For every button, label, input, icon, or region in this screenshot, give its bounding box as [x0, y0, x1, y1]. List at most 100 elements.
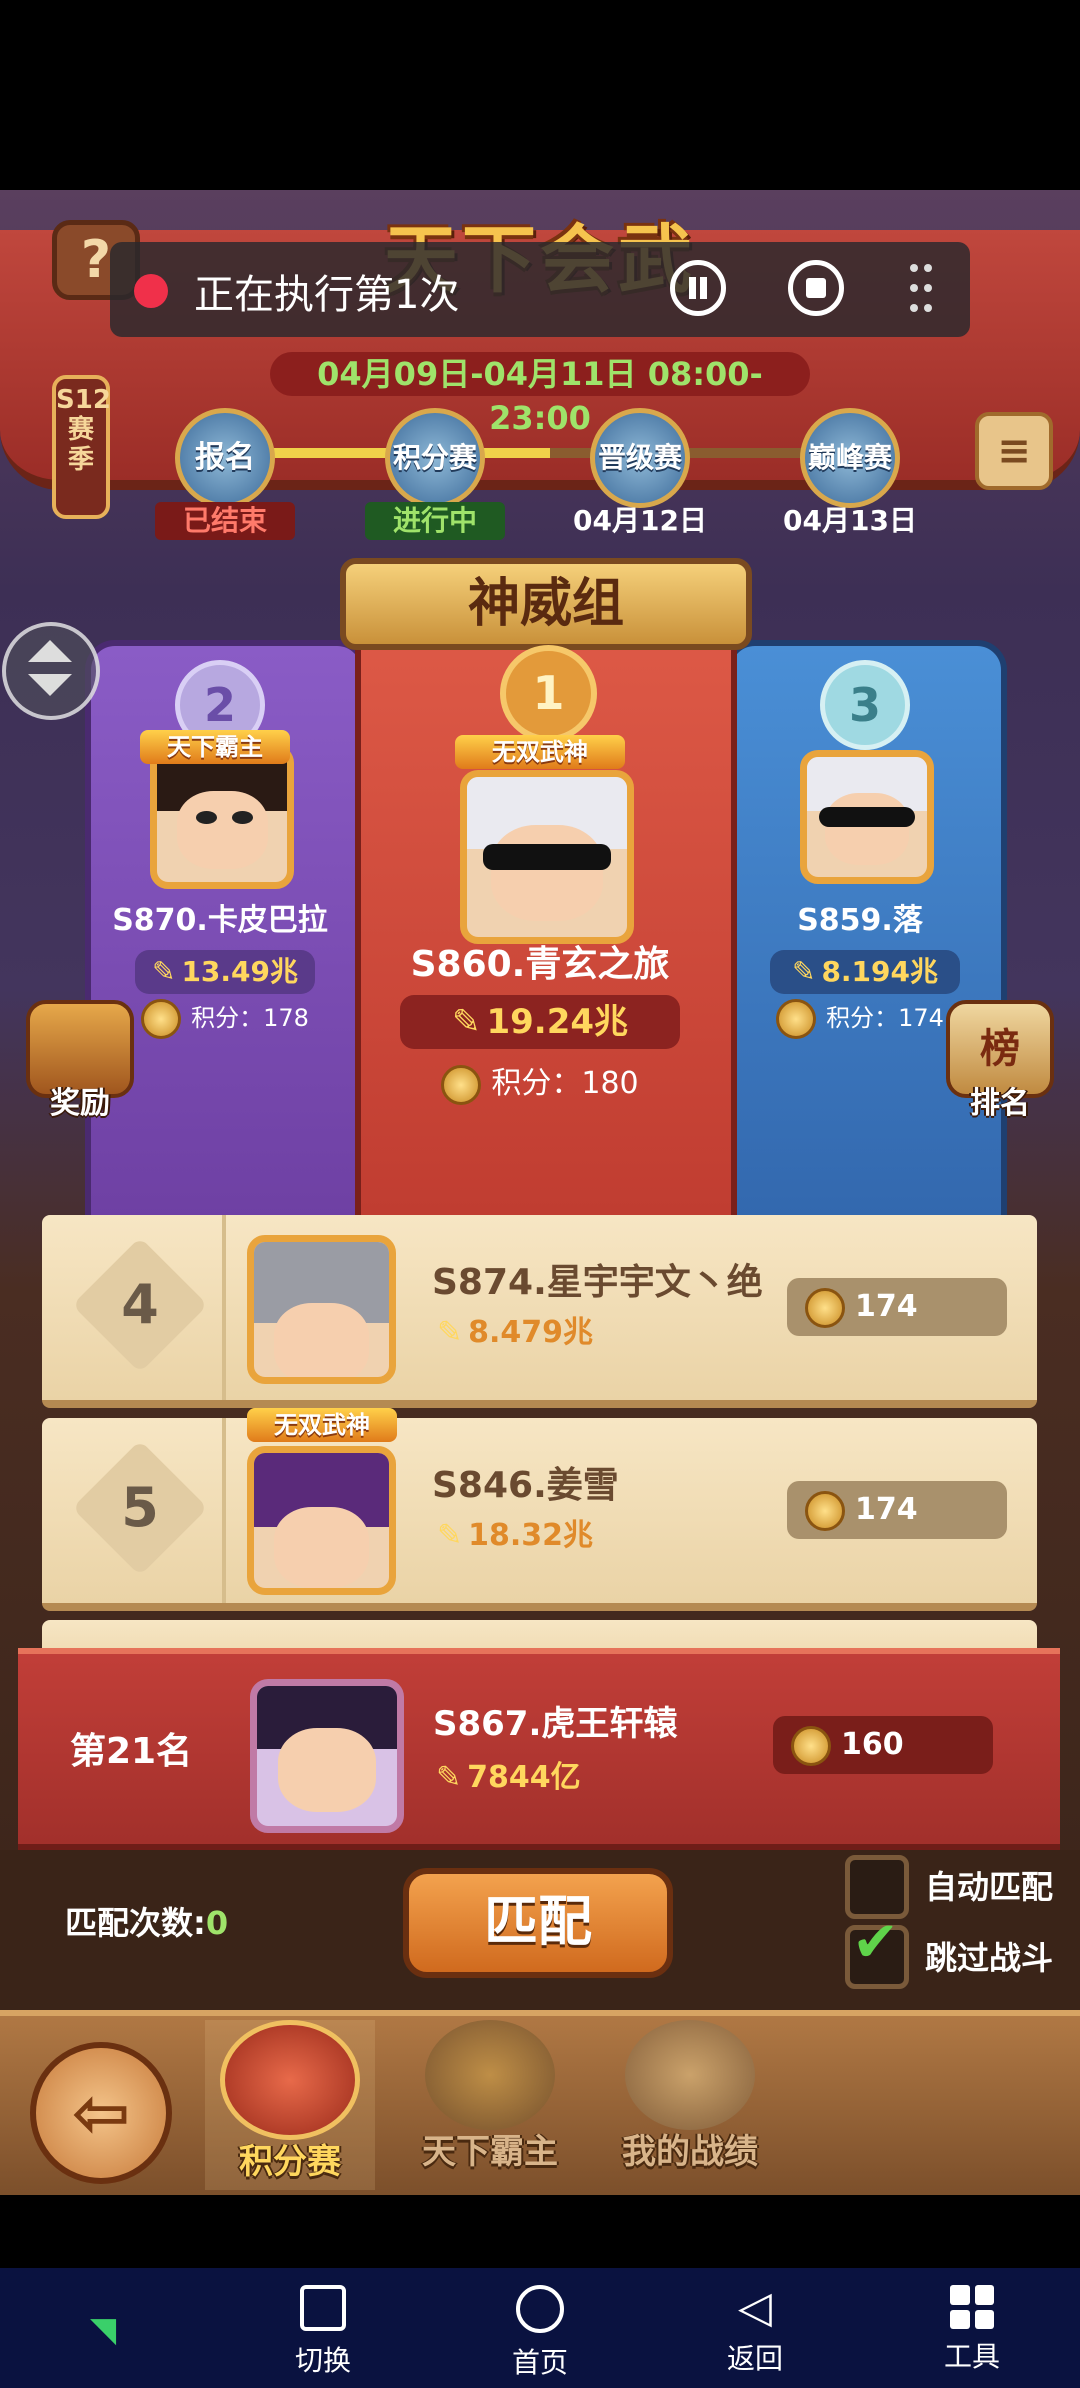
- stage-points-label: 积分赛: [385, 408, 485, 508]
- wifi-icon: ◥: [90, 2310, 117, 2350]
- list-player-score-value: 174: [855, 1492, 918, 1527]
- power-icon: ✎: [437, 1518, 463, 1553]
- avatar: [247, 1446, 396, 1595]
- nav-home-label: 首页: [511, 2346, 568, 2379]
- points-match-emblem-icon: [220, 2020, 360, 2140]
- my-player-score-value: 160: [841, 1727, 904, 1762]
- power-icon: ✎: [436, 1760, 462, 1795]
- points-coin-icon: [441, 1064, 482, 1105]
- points-coin-icon: [141, 999, 182, 1039]
- tab-overlord-label: 天下霸主: [422, 2132, 558, 2172]
- points-coin-icon: [776, 999, 817, 1039]
- power-icon: ✎: [151, 955, 176, 988]
- scroll-record-icon: [625, 2020, 755, 2130]
- skip-battle-label: 跳过战斗: [925, 1939, 1054, 1977]
- ranking-label: 排名: [970, 1086, 1030, 1121]
- second-player-name: S870.卡皮巴拉: [112, 903, 328, 938]
- stage-promotion-label: 晋级赛: [590, 408, 690, 508]
- stage-points[interactable]: 积分赛: [385, 408, 485, 508]
- list-player-name: S846.姜雪: [432, 1465, 619, 1506]
- first-points-value: 180: [581, 1066, 639, 1101]
- tab-overlord[interactable]: 天下霸主: [405, 2020, 575, 2190]
- pause-button[interactable]: [670, 260, 726, 316]
- first-points-label: 积分：: [491, 1066, 582, 1101]
- rank-1-medal: 1: [500, 645, 597, 742]
- list-player-score-value: 174: [855, 1289, 918, 1324]
- third-power: ✎ 8.194兆: [770, 950, 960, 994]
- my-rank-label: 第21名: [70, 1731, 193, 1772]
- avatar-second[interactable]: [150, 745, 294, 889]
- home-circle-icon: [516, 2285, 564, 2333]
- power-icon: ✎: [437, 1315, 463, 1350]
- avatar-third[interactable]: [800, 750, 934, 884]
- second-power-value: 13.49兆: [181, 955, 299, 988]
- match-count-value: 0: [205, 1904, 229, 1942]
- points-coin-icon: [805, 1490, 845, 1531]
- tools-grid-icon: [950, 2285, 994, 2329]
- stage-peak-label: 巅峰赛: [800, 408, 900, 508]
- nav-home[interactable]: 首页: [480, 2285, 600, 2381]
- game-screen: 天下会武 ? 04月09日-04月11日 08:00-23:00 S12赛季 报…: [0, 190, 1080, 2195]
- ranking-button[interactable]: 榜 排名: [935, 1000, 1065, 1122]
- first-power-value: 19.24兆: [486, 1002, 629, 1042]
- skip-battle-checkbox[interactable]: ✔: [845, 1910, 909, 1989]
- stage-promotion-date: 04月12日: [573, 504, 707, 537]
- list-player-power: ✎ 18.32兆: [437, 1510, 593, 1554]
- stage-signup[interactable]: 报名: [175, 408, 275, 508]
- reward-label: 奖励: [50, 1086, 110, 1121]
- first-player-name: S860.青玄之旅: [410, 944, 670, 985]
- my-rank-row[interactable]: 第21名 S867.虎王轩辕 ✎ 7844亿 160: [18, 1648, 1060, 1852]
- first-power: ✎ 19.24兆: [400, 995, 680, 1049]
- my-player-score: 160: [773, 1716, 993, 1774]
- stage-peak-date: 04月13日: [783, 504, 917, 537]
- stage-peak[interactable]: 巅峰赛: [800, 408, 900, 508]
- my-player-name: S867.虎王轩辕: [433, 1704, 678, 1744]
- stage-points-status: 进行中: [365, 502, 505, 540]
- list-rank: 4: [121, 1273, 159, 1336]
- match-button[interactable]: 匹配: [403, 1868, 673, 1978]
- back-arrow-icon[interactable]: ⇦: [30, 2042, 172, 2184]
- avatar: [247, 1235, 396, 1384]
- up-arrow-icon: [28, 640, 72, 662]
- first-points: 积分：180: [420, 1060, 660, 1108]
- points-coin-icon: [791, 1725, 831, 1766]
- points-coin-icon: [805, 1287, 845, 1328]
- stage-promotion[interactable]: 晋级赛: [590, 408, 690, 508]
- avatar-first[interactable]: [460, 770, 634, 944]
- checkmark-icon: ✔: [852, 1910, 899, 1975]
- trophy-icon: [425, 2020, 555, 2130]
- third-player-name: S859.落: [797, 903, 923, 938]
- tab-points-match[interactable]: 积分赛: [205, 2020, 375, 2190]
- stage-progress-track: [230, 448, 870, 458]
- stage-signup-label: 报名: [175, 408, 275, 508]
- tab-my-records-label: 我的战绩: [622, 2132, 758, 2172]
- second-points: 积分：178: [120, 998, 330, 1039]
- list-item[interactable]: 4 S874.星宇宇文丶绝 ✎ 8.479兆 174: [42, 1215, 1037, 1408]
- nav-switch-label: 切换: [294, 2344, 351, 2377]
- auto-match-label: 自动匹配: [925, 1868, 1054, 1906]
- list-player-score: 174: [787, 1481, 1007, 1539]
- list-player-name: S874.星宇宇文丶绝: [432, 1262, 763, 1303]
- nav-tools[interactable]: 工具: [912, 2285, 1032, 2375]
- nav-back[interactable]: ◁ 返回: [695, 2285, 815, 2377]
- recording-status: 正在执行第1次: [194, 272, 460, 318]
- title-tag-second: 天下霸主: [140, 730, 290, 764]
- list-player-power-value: 8.479兆: [468, 1315, 594, 1350]
- my-player-power-value: 7844亿: [467, 1760, 581, 1795]
- list-item[interactable]: 5 无双武神 S846.姜雪 ✎ 18.32兆 174: [42, 1408, 1037, 1611]
- back-triangle-icon: ◁: [738, 2282, 772, 2333]
- rank-3-medal: 3: [820, 660, 910, 750]
- scroll-notes-icon[interactable]: ≡: [975, 412, 1053, 490]
- list-player-score: 174: [787, 1278, 1007, 1336]
- nav-switch[interactable]: 切换: [263, 2285, 383, 2379]
- stop-button[interactable]: [788, 260, 844, 316]
- floating-scroll-handle[interactable]: [2, 622, 100, 720]
- group-name-banner: 神威组: [340, 558, 752, 650]
- drag-handle-icon[interactable]: [910, 264, 934, 316]
- event-date-range: 04月09日-04月11日 08:00-23:00: [270, 352, 810, 437]
- season-badge[interactable]: S12赛季: [52, 375, 111, 519]
- power-icon: ✎: [451, 1002, 481, 1042]
- reward-button[interactable]: 奖励: [15, 1000, 145, 1122]
- recording-dot-icon: [134, 274, 168, 308]
- tab-my-records[interactable]: 我的战绩: [605, 2020, 775, 2190]
